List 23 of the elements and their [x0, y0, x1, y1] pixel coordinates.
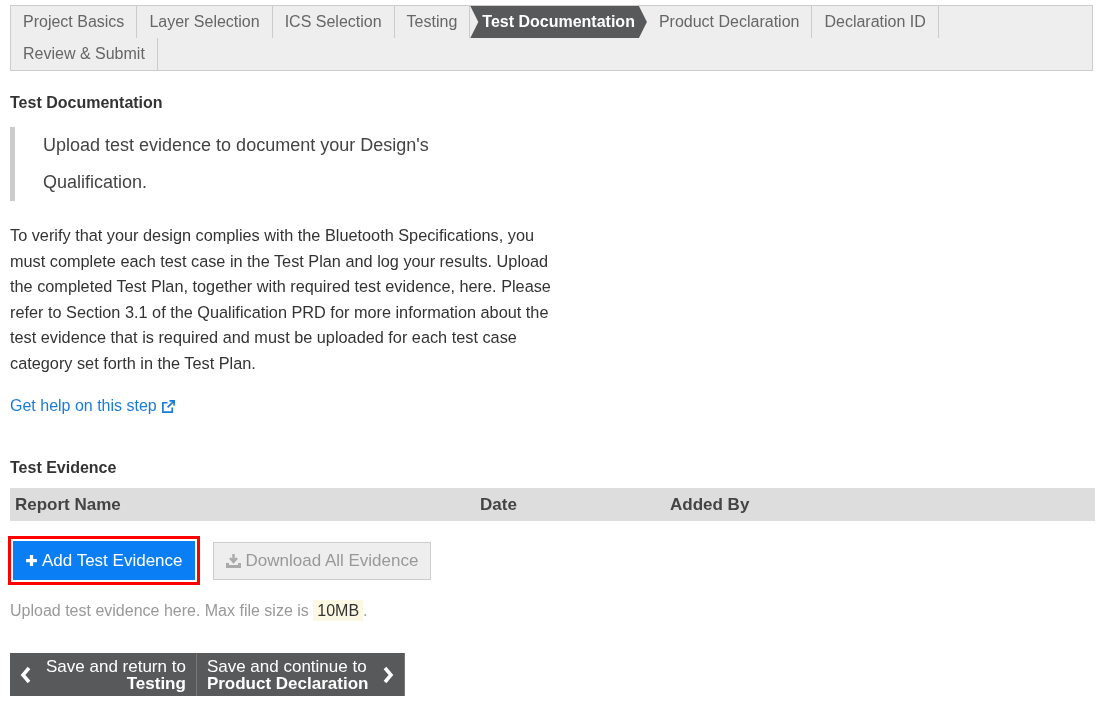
continue-button[interactable]: Save and continue to Product Declaration: [196, 653, 406, 696]
download-icon: [225, 553, 241, 568]
breadcrumb-step[interactable]: Testing: [394, 6, 471, 38]
breadcrumb-step[interactable]: ICS Selection: [272, 6, 395, 38]
description-paragraph: To verify that your design complies with the Bluetooth Specifications, you must complete each test case in the Test Plan and log your results. Upload the completed Test Plan, together with required test evidence, here. Please refer to Section 3.1 of the Qualification PRD for more information about the test evidence that is required and must be uploaded for each test case category set forth in the Test Plan.: [10, 225, 552, 374]
chevron-left-icon: [20, 665, 32, 684]
breadcrumb-step[interactable]: Layer Selection: [137, 6, 273, 38]
breadcrumb-step[interactable]: Project Basics: [11, 6, 138, 38]
external-link-icon: [160, 398, 176, 414]
plus-icon: [25, 554, 38, 567]
breadcrumb-step[interactable]: Review & Submit: [11, 38, 158, 70]
help-link[interactable]: Get help on this step: [10, 394, 176, 418]
intro-quote: Upload test evidence to document your Design's Qualification.: [43, 134, 430, 194]
chevron-right-icon: [382, 665, 395, 684]
breadcrumb-step[interactable]: Declaration ID: [812, 6, 939, 38]
breadcrumb-step[interactable]: Test Documentation: [470, 6, 647, 38]
table-header: Report Name Date Added By: [10, 488, 1095, 521]
back-button[interactable]: Save and return to Testing: [10, 653, 197, 696]
add-evidence-button[interactable]: Add Test Evidence: [13, 541, 195, 580]
section-heading: Test Documentation: [10, 93, 164, 113]
upload-hint: Upload test evidence here. Max file size is 10MB .: [10, 599, 369, 623]
breadcrumb-step[interactable]: Product Declaration: [646, 6, 813, 38]
section-heading: Test Evidence: [10, 458, 118, 478]
